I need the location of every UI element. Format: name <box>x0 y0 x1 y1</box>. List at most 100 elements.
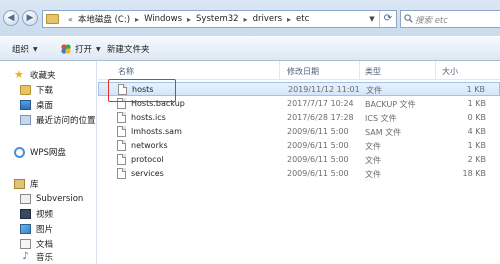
column-size[interactable]: 大小 <box>442 66 458 77</box>
caret-down-icon: ▼ <box>96 45 101 53</box>
breadcrumb-drivers[interactable]: drivers <box>253 14 282 24</box>
column-divider[interactable] <box>359 61 360 80</box>
chevron-down-icon[interactable]: ▼ <box>366 11 378 27</box>
refresh-icon[interactable]: ⟳ <box>379 11 396 27</box>
breadcrumb-etc[interactable]: etc <box>296 14 309 24</box>
file-size: 18 KB <box>462 169 486 178</box>
chevron-right-icon[interactable]: ▸ <box>135 15 139 24</box>
navigation-pane: ★ 收藏夹 下载 桌面 最近访问的位置 WPS网盘 库 Subversion 视… <box>0 61 97 264</box>
picture-icon <box>20 224 31 234</box>
file-type: 文件 <box>365 170 381 179</box>
file-name: hosts.ics <box>131 113 166 122</box>
library-icon <box>14 179 25 189</box>
file-icon <box>117 98 126 109</box>
nav-item-label: Subversion <box>36 194 84 204</box>
open-with-icon <box>61 44 71 54</box>
table-row[interactable]: hosts 2019/11/12 11:01 文件 1 KB <box>98 82 500 96</box>
breadcrumb-system32[interactable]: System32 <box>196 14 239 24</box>
command-bar: 组织 ▼ 打开 ▼ 新建文件夹 <box>0 36 500 61</box>
table-row[interactable]: lmhosts.sam 2009/6/11 5:00 SAM 文件 4 KB <box>98 125 500 139</box>
organize-label: 组织 <box>12 45 30 55</box>
nav-favorites[interactable]: ★ 收藏夹 <box>14 68 56 82</box>
desktop-icon <box>20 100 31 110</box>
file-modified: 2009/6/11 5:00 <box>287 127 349 136</box>
caret-down-icon: ▼ <box>33 45 38 53</box>
nav-item-videos[interactable]: 视频 <box>20 207 53 221</box>
nav-item-recent[interactable]: 最近访问的位置 <box>20 113 96 127</box>
table-row[interactable]: protocol 2009/6/11 5:00 文件 2 KB <box>98 153 500 167</box>
open-button[interactable]: 打开 ▼ <box>60 37 101 61</box>
breadcrumb-windows[interactable]: Windows <box>144 14 182 24</box>
address-strip: ◀ ▶ « 本地磁盘 (C:) ▸ Windows ▸ System32 ▸ d… <box>0 0 500 36</box>
column-type[interactable]: 类型 <box>365 66 381 77</box>
new-folder-button[interactable]: 新建文件夹 <box>107 37 150 61</box>
column-modified[interactable]: 修改日期 <box>287 66 319 77</box>
breadcrumb: « 本地磁盘 (C:) ▸ Windows ▸ System32 ▸ drive… <box>63 11 309 27</box>
nav-item-label: 最近访问的位置 <box>36 116 96 126</box>
subversion-icon <box>20 194 31 204</box>
new-folder-label: 新建文件夹 <box>107 45 150 55</box>
search-placeholder: 搜索 etc <box>415 16 448 26</box>
search-icon <box>404 14 413 23</box>
file-type: 文件 <box>365 156 381 165</box>
breadcrumb-overflow-icon[interactable]: « <box>68 15 73 24</box>
column-divider[interactable] <box>279 61 280 80</box>
file-type: BACKUP 文件 <box>365 100 416 109</box>
file-size: 1 KB <box>467 141 486 150</box>
nav-item-subversion[interactable]: Subversion <box>20 192 83 206</box>
wps-cloud-icon <box>14 146 25 158</box>
file-list: 名称 修改日期 类型 大小 hosts 2019/11/12 11:01 文件 … <box>98 61 500 264</box>
file-icon <box>118 84 127 95</box>
nav-item-pictures[interactable]: 图片 <box>20 222 53 236</box>
breadcrumb-drive[interactable]: 本地磁盘 (C:) <box>78 13 130 25</box>
folder-icon <box>46 14 59 24</box>
chevron-right-icon[interactable]: ▸ <box>244 15 248 24</box>
file-icon <box>117 112 126 123</box>
file-name: networks <box>131 141 168 150</box>
table-row[interactable]: networks 2009/6/11 5:00 文件 1 KB <box>98 139 500 153</box>
nav-item-label: 音乐 <box>36 253 54 263</box>
nav-favorites-label: 收藏夹 <box>30 71 56 81</box>
file-size: 1 KB <box>467 99 486 108</box>
open-label: 打开 <box>75 45 93 55</box>
file-name: hosts <box>132 85 154 94</box>
column-divider[interactable] <box>435 61 436 80</box>
nav-item-downloads[interactable]: 下载 <box>20 83 53 97</box>
file-name: services <box>131 169 164 178</box>
nav-item-documents[interactable]: 文档 <box>20 237 53 251</box>
nav-item-label: 图片 <box>36 225 54 235</box>
file-icon <box>117 168 126 179</box>
address-bar[interactable]: « 本地磁盘 (C:) ▸ Windows ▸ System32 ▸ drive… <box>42 10 397 28</box>
table-row[interactable]: Hosts.backup 2017/7/17 10:24 BACKUP 文件 1… <box>98 97 500 111</box>
file-type: 文件 <box>365 142 381 151</box>
nav-item-music[interactable]: ♪ 音乐 <box>20 250 53 264</box>
file-icon <box>117 126 126 137</box>
table-row[interactable]: hosts.ics 2017/6/28 17:28 ICS 文件 0 KB <box>98 111 500 125</box>
table-row[interactable]: services 2009/6/11 5:00 文件 18 KB <box>98 167 500 181</box>
file-type: ICS 文件 <box>365 114 397 123</box>
column-header: 名称 修改日期 类型 大小 <box>98 61 500 80</box>
file-modified: 2009/6/11 5:00 <box>287 169 349 178</box>
organize-button[interactable]: 组织 ▼ <box>12 37 38 61</box>
nav-item-desktop[interactable]: 桌面 <box>20 98 53 112</box>
nav-libraries-label: 库 <box>30 180 39 190</box>
nav-item-label: 视频 <box>36 210 54 220</box>
chevron-right-icon[interactable]: ▸ <box>187 15 191 24</box>
file-size: 2 KB <box>467 155 486 164</box>
file-icon <box>117 154 126 165</box>
star-icon: ★ <box>14 68 24 81</box>
nav-wps-drive[interactable]: WPS网盘 <box>14 145 66 159</box>
forward-button[interactable]: ▶ <box>22 10 38 26</box>
back-button[interactable]: ◀ <box>3 10 19 26</box>
column-name[interactable]: 名称 <box>118 66 134 77</box>
nav-item-label: 下载 <box>36 86 54 96</box>
search-input[interactable]: 搜索 etc <box>400 10 500 28</box>
file-type: 文件 <box>366 86 382 95</box>
nav-libraries[interactable]: 库 <box>14 177 39 191</box>
file-name: lmhosts.sam <box>131 127 182 136</box>
chevron-right-icon[interactable]: ▸ <box>287 15 291 24</box>
file-modified: 2017/7/17 10:24 <box>287 99 354 108</box>
file-name: Hosts.backup <box>131 99 185 108</box>
download-folder-icon <box>20 85 31 95</box>
nav-item-label: 文档 <box>36 240 54 250</box>
